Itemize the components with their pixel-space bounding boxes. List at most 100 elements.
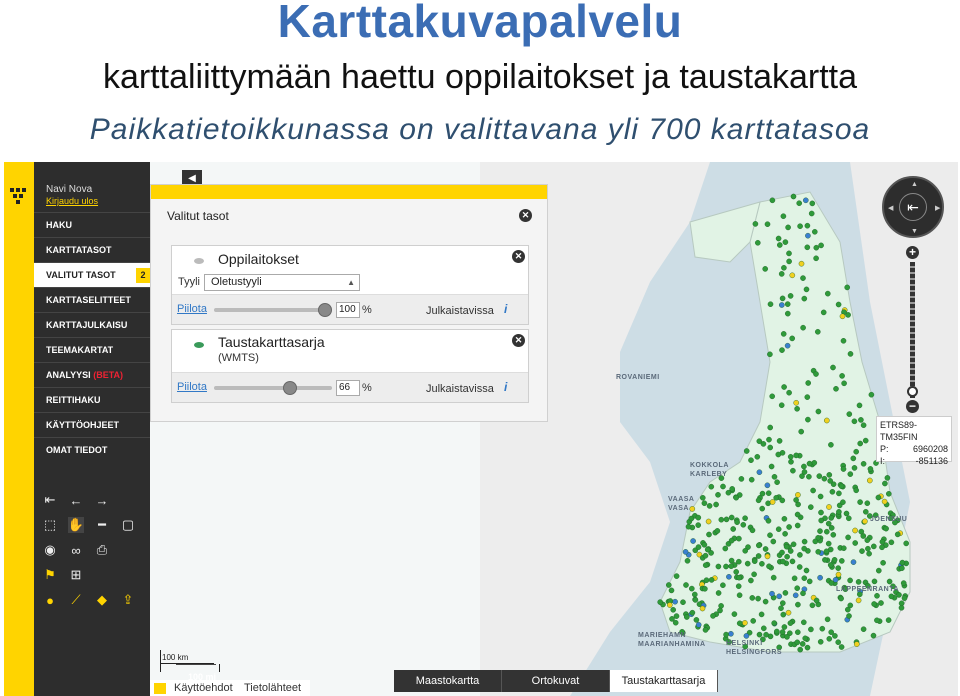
school-marker[interactable]	[705, 518, 712, 525]
print-icon[interactable]: ⎙	[94, 542, 110, 558]
school-marker[interactable]	[786, 524, 792, 530]
school-marker[interactable]	[754, 453, 761, 460]
school-marker[interactable]	[778, 605, 784, 612]
school-marker[interactable]	[749, 595, 756, 601]
school-marker[interactable]	[805, 380, 812, 386]
school-marker[interactable]	[748, 457, 754, 464]
school-marker[interactable]	[789, 272, 796, 279]
school-marker[interactable]	[767, 301, 774, 307]
zoom-in-button[interactable]: +	[906, 246, 919, 259]
school-marker[interactable]	[871, 601, 877, 607]
school-marker[interactable]	[801, 575, 808, 582]
school-marker[interactable]	[782, 590, 789, 596]
reset-view-icon[interactable]: ⇤	[899, 193, 927, 221]
school-marker[interactable]	[722, 545, 729, 552]
school-marker[interactable]	[857, 499, 863, 505]
school-marker[interactable]	[787, 453, 794, 460]
pan-east-icon[interactable]: ▶	[935, 204, 940, 212]
school-marker[interactable]	[894, 531, 901, 538]
pan-west-icon[interactable]: ◀	[888, 204, 893, 212]
school-marker[interactable]	[725, 489, 732, 496]
sidebar-item-omat-tiedot[interactable]: OMAT TIEDOT	[34, 437, 150, 462]
school-marker[interactable]	[824, 528, 830, 535]
school-marker[interactable]	[817, 493, 824, 500]
school-marker[interactable]	[764, 553, 771, 560]
school-marker[interactable]	[743, 448, 750, 454]
school-marker[interactable]	[853, 448, 860, 455]
school-marker[interactable]	[815, 548, 822, 555]
school-marker[interactable]	[702, 627, 709, 633]
zoom-out-button[interactable]: −	[906, 400, 919, 413]
school-marker[interactable]	[868, 391, 875, 398]
school-marker[interactable]	[821, 475, 828, 482]
school-marker[interactable]	[829, 488, 836, 495]
school-marker[interactable]	[713, 501, 719, 508]
school-marker[interactable]	[793, 399, 800, 406]
school-marker[interactable]	[765, 490, 772, 497]
sidebar-item-teemakartat[interactable]: TEEMAKARTAT	[34, 337, 150, 362]
school-marker[interactable]	[827, 562, 834, 568]
school-marker[interactable]	[800, 590, 806, 597]
school-marker[interactable]	[839, 313, 846, 320]
school-marker[interactable]	[794, 639, 801, 646]
add-line-icon[interactable]: ⟋	[68, 592, 84, 608]
school-marker[interactable]	[870, 632, 877, 639]
school-marker[interactable]	[789, 558, 796, 565]
school-marker[interactable]	[781, 624, 788, 630]
school-marker[interactable]	[728, 557, 735, 564]
upload-icon[interactable]: ⇪	[120, 592, 136, 608]
school-marker[interactable]	[775, 451, 782, 458]
school-marker[interactable]	[797, 223, 803, 229]
school-marker[interactable]	[855, 579, 862, 585]
school-marker[interactable]	[728, 563, 735, 570]
camera-icon[interactable]: ◉	[42, 542, 58, 558]
school-marker[interactable]	[899, 565, 905, 572]
school-marker[interactable]	[779, 347, 785, 353]
school-marker[interactable]	[815, 408, 822, 415]
school-marker[interactable]	[752, 221, 759, 227]
school-marker[interactable]	[847, 351, 854, 357]
school-marker[interactable]	[879, 538, 886, 545]
school-marker[interactable]	[706, 503, 713, 509]
add-feature-icon[interactable]: ⊞	[68, 567, 84, 583]
school-marker[interactable]	[776, 593, 783, 600]
school-marker[interactable]	[765, 517, 772, 524]
school-marker[interactable]	[808, 504, 814, 510]
school-marker[interactable]	[755, 595, 761, 602]
school-marker[interactable]	[742, 620, 748, 626]
school-marker[interactable]	[882, 480, 888, 487]
school-marker[interactable]	[824, 417, 830, 424]
info-icon[interactable]: i	[504, 380, 507, 394]
school-marker[interactable]	[813, 255, 819, 262]
school-marker[interactable]	[795, 629, 801, 636]
school-marker[interactable]	[702, 585, 708, 592]
sidebar-item-reittihaku[interactable]: REITTIHAKU	[34, 387, 150, 412]
school-marker[interactable]	[803, 197, 809, 204]
school-marker[interactable]	[795, 601, 801, 608]
school-marker[interactable]	[815, 328, 821, 335]
school-marker[interactable]	[840, 337, 847, 344]
sidebar-item-haku[interactable]: HAKU	[34, 212, 150, 237]
school-marker[interactable]	[787, 620, 794, 626]
school-marker[interactable]	[879, 544, 885, 551]
school-marker[interactable]	[856, 402, 863, 409]
school-marker[interactable]	[779, 549, 785, 556]
school-marker[interactable]	[794, 405, 800, 412]
school-marker[interactable]	[802, 635, 809, 642]
school-marker[interactable]	[673, 613, 680, 619]
school-marker[interactable]	[885, 617, 892, 623]
school-marker[interactable]	[864, 500, 871, 507]
school-marker[interactable]	[748, 577, 754, 584]
school-marker[interactable]	[839, 373, 845, 379]
close-panel-button[interactable]: ✕	[519, 209, 532, 222]
school-marker[interactable]	[838, 483, 845, 490]
school-marker[interactable]	[690, 538, 696, 544]
school-marker[interactable]	[792, 592, 799, 599]
school-marker[interactable]	[692, 597, 699, 603]
school-marker[interactable]	[813, 244, 820, 251]
measure-area-icon[interactable]: ▢	[120, 517, 136, 533]
school-marker[interactable]	[840, 499, 846, 506]
school-marker[interactable]	[819, 625, 826, 632]
school-marker[interactable]	[751, 571, 757, 578]
school-marker[interactable]	[708, 483, 715, 490]
